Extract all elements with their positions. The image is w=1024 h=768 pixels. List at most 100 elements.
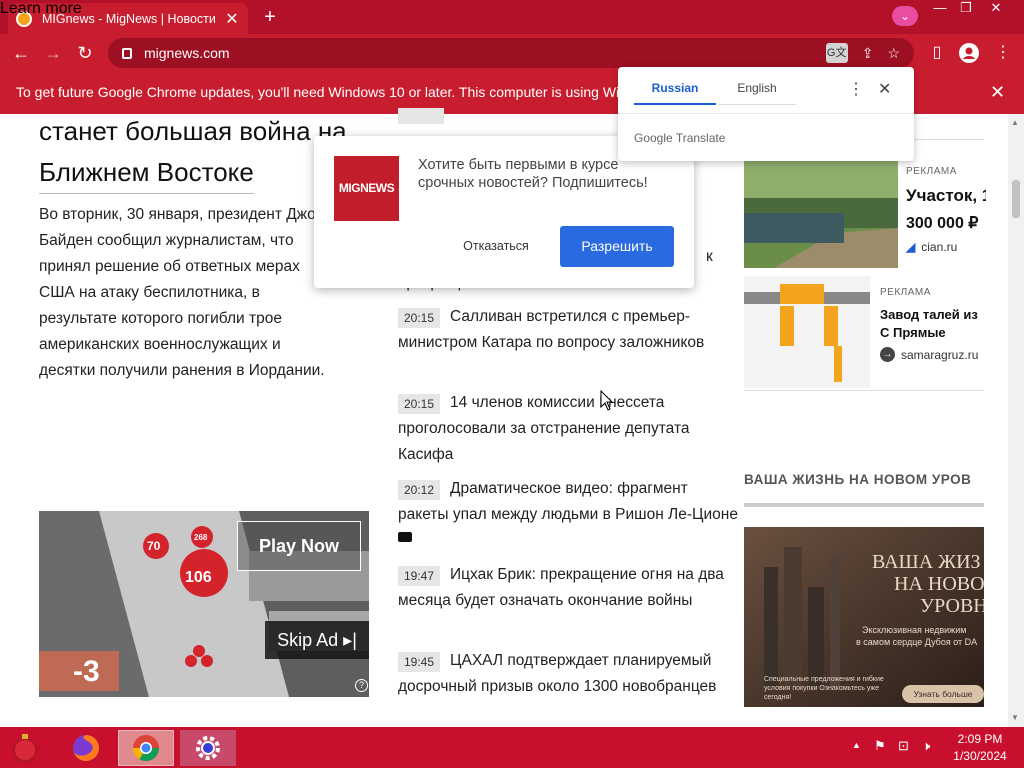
taskbar-settings[interactable]: [180, 730, 236, 766]
mignews-logo: MIGNEWS: [334, 156, 399, 221]
clock-date[interactable]: 1/30/2024: [950, 749, 1010, 763]
volume-muted-icon[interactable]: 🕨: [922, 738, 930, 754]
url-text: mignews.com: [144, 45, 230, 61]
forward-button[interactable]: →: [40, 40, 66, 66]
address-bar[interactable]: mignews.com G文 ⇪ ☆: [108, 38, 914, 68]
tray-expand-icon[interactable]: ▲: [852, 740, 861, 750]
news-title[interactable]: 14 членов комиссии Кнессета проголосовал…: [398, 394, 690, 463]
ad1-image[interactable]: [744, 158, 898, 268]
real-estate-banner[interactable]: ВАША ЖИЗ НА НОВО УРОВН Эксклюзивная недв…: [744, 527, 984, 707]
news-time: 19:47: [398, 566, 441, 586]
new-tab-button[interactable]: +: [258, 6, 282, 28]
menu-icon[interactable]: ⋮: [990, 40, 1016, 66]
brand-google: Google: [634, 131, 673, 145]
allow-label: Разрешить: [581, 238, 653, 254]
taskbar-chrome[interactable]: [118, 730, 174, 766]
article-headline-line2[interactable]: Ближнем Востоке: [39, 151, 254, 194]
profile-avatar-icon[interactable]: [956, 40, 982, 66]
allow-button[interactable]: Разрешить: [560, 226, 674, 267]
tab-english-label: English: [737, 81, 777, 95]
tab-search-button[interactable]: ⌄: [892, 6, 918, 26]
google-translate-brand: Google Translate: [634, 131, 725, 145]
translate-close-icon[interactable]: ✕: [878, 79, 891, 99]
info-bar-close-icon[interactable]: ✕: [990, 82, 1005, 103]
banner-line2: НА НОВО: [894, 573, 984, 595]
cian-logo-icon: ◢: [906, 240, 916, 254]
tab-russian[interactable]: Russian: [634, 81, 716, 105]
back-button[interactable]: ←: [8, 40, 34, 66]
ad2-source[interactable]: → samaragruz.ru: [880, 347, 978, 362]
scroll-up-arrow-icon[interactable]: ▲: [1011, 118, 1019, 127]
learn-more-link[interactable]: Learn more: [0, 0, 82, 18]
lock-icon: [122, 47, 132, 59]
info-bar-text: To get future Google Chrome updates, you…: [16, 84, 672, 100]
ad2-source-text: samaragruz.ru: [901, 347, 979, 362]
tab-english[interactable]: English: [718, 81, 796, 105]
side-panel-icon[interactable]: ▯: [924, 40, 950, 66]
ad-score-c: -3: [73, 655, 100, 688]
ad1-source-text: cian.ru: [921, 240, 958, 254]
article-headline-line1[interactable]: станет большая война на: [39, 110, 347, 152]
firefox-icon: [73, 735, 99, 761]
taskbar-firefox[interactable]: [58, 730, 114, 766]
notification-message: Хотите быть первыми в курсе срочных ново…: [418, 157, 648, 191]
ad1-title[interactable]: Участок, 1: [906, 186, 986, 206]
article-body: Во вторник, 30 января, президент Джо Бай…: [39, 206, 325, 379]
video-ad[interactable]: 70 268 106 -3 Play Now Skip Ad ▸| ?: [39, 511, 369, 697]
tab-close-icon[interactable]: ✕: [224, 9, 240, 29]
translate-options-icon[interactable]: ⋮: [848, 79, 864, 99]
share-icon[interactable]: ⇪: [862, 45, 874, 62]
sidebar-divider: [744, 390, 984, 391]
skip-ad-button[interactable]: Skip Ad ▸|: [265, 621, 369, 659]
news-title[interactable]: Ицхак Брик: прекращение огня на два меся…: [398, 566, 724, 609]
news-title[interactable]: ЦАХАЛ подтверждает планируемый досрочный…: [398, 652, 716, 695]
gear-icon: [196, 736, 220, 760]
page-scrollbar[interactable]: [1008, 114, 1024, 727]
translate-divider: [618, 113, 914, 114]
news-item[interactable]: 19:47 Ицхак Брик: прекращение огня на два…: [398, 562, 738, 614]
scroll-down-arrow-icon[interactable]: ▼: [1011, 713, 1019, 722]
banner-button-label: Узнать больше: [913, 689, 973, 699]
action-center-flag-icon[interactable]: ⚑: [874, 738, 886, 754]
banner-button[interactable]: Узнать больше: [902, 685, 984, 703]
decline-button[interactable]: Отказаться: [454, 226, 538, 266]
scrollbar-thumb[interactable]: [1012, 180, 1020, 218]
bookmark-star-icon[interactable]: ☆: [887, 45, 900, 62]
brand-translate: Translate: [675, 131, 726, 145]
ad-score-a: 70: [147, 539, 161, 553]
time-badge-partial: [398, 108, 444, 124]
ad1-source[interactable]: ◢ cian.ru: [906, 240, 957, 254]
news-title[interactable]: Драматическое видео: фрагмент ракеты упа…: [398, 480, 738, 523]
news-item[interactable]: 19:45 ЦАХАЛ подтверждает планируемый доср…: [398, 648, 738, 700]
ad1-label: РЕКЛАМА: [906, 166, 957, 177]
tab-russian-label: Russian: [651, 81, 699, 95]
ad-score-d: 268: [194, 533, 208, 542]
translate-icon[interactable]: G文: [825, 43, 848, 63]
news-time: 20:12: [398, 480, 441, 500]
news-partial-k: к: [706, 248, 713, 265]
news-time: 20:15: [398, 394, 441, 414]
news-time: 19:45: [398, 652, 441, 672]
news-item[interactable]: 20:15 Салливан встретился с премьер-минис…: [398, 304, 738, 356]
banner-sub1: Эксклюзивная недвижим: [862, 625, 967, 635]
skip-ad-label: Skip Ad: [277, 630, 339, 650]
reload-button[interactable]: ↻: [72, 40, 98, 66]
news-item[interactable]: 20:15 14 членов комиссии Кнессета проголо…: [398, 390, 738, 468]
ad-info-icon[interactable]: ?: [355, 679, 368, 692]
start-button[interactable]: [6, 729, 44, 767]
ad2-image[interactable]: [744, 276, 870, 388]
minimize-button[interactable]: —: [926, 0, 954, 18]
news-title[interactable]: Салливан встретился с премьер-министром …: [398, 308, 704, 351]
ad2-title[interactable]: Завод талей из С Прямые постав: [880, 306, 984, 342]
window-close-button[interactable]: ✕: [982, 0, 1010, 18]
clock-time[interactable]: 2:09 PM: [950, 732, 1010, 746]
play-now-button[interactable]: Play Now: [237, 521, 361, 571]
network-icon[interactable]: ⊡: [898, 738, 909, 754]
news-item[interactable]: 20:12 Драматическое видео: фрагмент ракет…: [398, 476, 738, 546]
decline-label: Отказаться: [463, 239, 529, 253]
restore-button[interactable]: ❐: [952, 0, 980, 18]
sidebar-section-title: ВАША ЖИЗНЬ НА НОВОМ УРОВ: [744, 472, 972, 487]
ad2-label: РЕКЛАМА: [880, 287, 931, 298]
video-camera-icon: [398, 531, 412, 542]
logo-text: MIGNEWS: [338, 181, 395, 195]
